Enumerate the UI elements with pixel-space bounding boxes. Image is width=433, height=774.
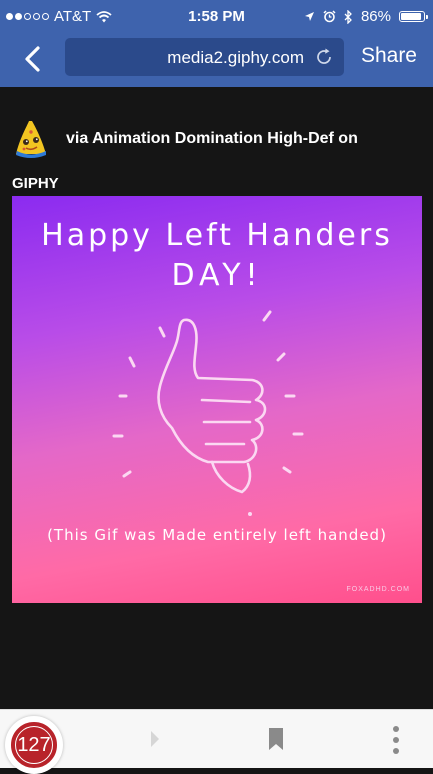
avatar[interactable] bbox=[12, 118, 50, 160]
more-options-icon[interactable] bbox=[389, 724, 403, 756]
alarm-icon bbox=[323, 10, 336, 23]
gif-caption: (This Gif was Made entirely left handed) bbox=[47, 526, 387, 544]
url-bar[interactable]: media2.giphy.com bbox=[65, 38, 344, 76]
status-bar: AT&T 1:58 PM 86% bbox=[0, 0, 433, 32]
forward-icon[interactable] bbox=[148, 728, 162, 750]
gif-image[interactable]: Happy Left Handers DAY! (This Gif was Ma… bbox=[12, 196, 422, 603]
bluetooth-icon bbox=[344, 9, 352, 24]
battery-percent: 86% bbox=[360, 8, 391, 25]
bookmark-icon[interactable] bbox=[266, 726, 286, 752]
source-label[interactable]: GIPHY bbox=[12, 175, 59, 192]
via-text: via Animation Domination High-Def on bbox=[66, 130, 358, 147]
bottom-toolbar: 127 bbox=[0, 709, 433, 774]
back-chevron-icon[interactable] bbox=[18, 44, 48, 74]
location-arrow-icon bbox=[304, 12, 314, 21]
notification-badge[interactable]: 127 bbox=[5, 716, 63, 774]
status-right: 86% bbox=[304, 8, 428, 25]
browser-nav-bar: media2.giphy.com Share bbox=[0, 32, 433, 87]
battery-icon bbox=[399, 11, 428, 22]
gif-credit: FOXADHD.COM bbox=[346, 586, 410, 593]
url-text: media2.giphy.com bbox=[167, 48, 304, 67]
badge-count: 127 bbox=[17, 734, 51, 756]
via-row: via Animation Domination High-Def on bbox=[12, 118, 358, 160]
share-button[interactable]: Share bbox=[361, 44, 417, 68]
reload-icon[interactable] bbox=[314, 47, 334, 67]
